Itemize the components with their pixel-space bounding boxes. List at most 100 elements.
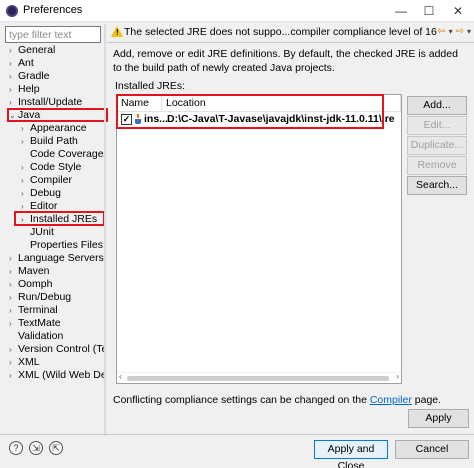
pane-divider[interactable] [104, 24, 106, 436]
tree-item-run-debug[interactable]: › Run/Debug [9, 291, 71, 304]
duplicate-button[interactable]: Duplicate... [407, 136, 467, 155]
page-description: Add, remove or edit JRE definitions. By … [113, 48, 458, 74]
tree-item-oomph[interactable]: › Oomph [9, 278, 52, 291]
chevron-right-icon[interactable]: › [21, 161, 30, 174]
add-button[interactable]: Add... [407, 96, 467, 115]
tree-item-code-style[interactable]: › Code Style [21, 161, 81, 174]
tree-item-label: Debug [30, 187, 61, 199]
chevron-right-icon[interactable]: › [9, 343, 18, 356]
close-button[interactable]: ✕ [444, 0, 472, 22]
tree-item-xml[interactable]: › XML [9, 356, 40, 369]
chevron-right-icon[interactable]: › [21, 174, 30, 187]
java-highlight-box [7, 108, 108, 122]
menu-dropdown-icon[interactable]: ▾ [467, 27, 471, 36]
tree-item-xml-wild-web-dev[interactable]: › XML (Wild Web Dev [9, 369, 104, 382]
back-dropdown-icon[interactable]: ▾ [449, 27, 453, 36]
eclipse-icon [6, 5, 18, 17]
chevron-right-icon[interactable]: › [9, 369, 18, 382]
compliance-note: Conflicting compliance settings can be c… [113, 394, 441, 406]
tree-item-terminal[interactable]: › Terminal [9, 304, 58, 317]
chevron-right-icon[interactable]: › [21, 187, 30, 200]
remove-button[interactable]: Remove [407, 156, 467, 175]
tree-item-junit[interactable]: JUnit [21, 226, 54, 239]
tree-item-label: Appearance [30, 122, 87, 134]
import-icon[interactable]: ⇲ [29, 441, 43, 455]
tree-item-language-servers[interactable]: › Language Servers [9, 252, 104, 265]
tree-item-label: Properties Files E [30, 239, 104, 251]
tree-item-label: Compiler [30, 174, 73, 186]
compiler-link[interactable]: Compiler [370, 394, 412, 406]
tree-item-label: XML (Wild Web Dev [18, 369, 104, 381]
jre-row-highlight-box [116, 94, 384, 129]
tree-item-label: General [18, 44, 56, 56]
tree-item-general[interactable]: › General [9, 44, 55, 57]
help-icon[interactable]: ? [9, 441, 23, 455]
page-header: ! The selected JRE does not suppo...comp… [107, 23, 474, 42]
tree-item-label: Code Style [30, 161, 82, 173]
export-icon[interactable]: ⇱ [49, 441, 63, 455]
jre-table[interactable]: Name Location ✓ ins... D:\C-Java\T-Javas… [116, 94, 402, 384]
scroll-left-icon[interactable]: ‹ [119, 372, 122, 381]
chevron-right-icon[interactable]: › [9, 356, 18, 369]
footer-divider [0, 434, 474, 435]
chevron-right-icon[interactable]: › [9, 44, 18, 57]
chevron-right-icon[interactable]: › [9, 278, 18, 291]
tree-item-label: Oomph [18, 278, 53, 290]
forward-arrow-icon[interactable]: ⇨ [456, 26, 464, 37]
scrollbar-thumb[interactable] [127, 376, 389, 381]
installed-jres-highlight-box [14, 211, 105, 226]
search-button[interactable]: Search... [407, 176, 467, 195]
back-arrow-icon[interactable]: ⇦ [437, 26, 445, 37]
tree-item-compiler[interactable]: › Compiler [21, 174, 72, 187]
tree-item-maven[interactable]: › Maven [9, 265, 50, 278]
history-nav: ⇦ ▾ ⇨ ▾ [434, 26, 471, 37]
tree-item-label: Run/Debug [18, 291, 72, 303]
tree-item-label: Version Control (Te [18, 343, 104, 355]
warning-mark: ! [116, 28, 119, 37]
chevron-right-icon[interactable]: › [9, 252, 18, 265]
tree-item-label: Ant [18, 57, 34, 69]
chevron-right-icon[interactable]: › [9, 304, 18, 317]
compliance-prefix: Conflicting compliance settings can be c… [113, 394, 370, 406]
tree-item-label: TextMate [18, 317, 61, 329]
title-bar: Preferences — ☐ ✕ [0, 0, 474, 22]
tree-item-label: Install/Update [18, 96, 83, 108]
tree-item-label: Help [18, 83, 40, 95]
tree-item-label: JUnit [30, 226, 54, 238]
chevron-right-icon[interactable]: › [9, 317, 18, 330]
scroll-right-icon[interactable]: › [396, 372, 399, 381]
minimize-button[interactable]: — [387, 0, 415, 22]
chevron-right-icon[interactable]: › [21, 135, 30, 148]
edit-button[interactable]: Edit... [407, 116, 467, 135]
tree-item-properties-files-editor[interactable]: Properties Files E [21, 239, 104, 252]
horizontal-scrollbar[interactable]: ‹ › [117, 372, 401, 383]
compliance-suffix: page. [411, 394, 442, 406]
tree-item-help[interactable]: › Help [9, 83, 40, 96]
filter-input[interactable] [5, 26, 101, 43]
tree-item-version-control[interactable]: › Version Control (Te [9, 343, 104, 356]
chevron-right-icon[interactable]: › [21, 122, 30, 135]
tree-item-textmate[interactable]: › TextMate [9, 317, 61, 330]
chevron-right-icon[interactable]: › [9, 57, 18, 70]
chevron-right-icon[interactable]: › [9, 83, 18, 96]
tree-item-label: Code Coverage [30, 148, 104, 160]
tree-item-ant[interactable]: › Ant [9, 57, 34, 70]
tree-item-build-path[interactable]: › Build Path [21, 135, 78, 148]
chevron-right-icon[interactable]: › [9, 291, 18, 304]
tree-item-validation[interactable]: Validation [9, 330, 63, 343]
chevron-right-icon[interactable]: › [9, 70, 18, 83]
chevron-right-icon[interactable]: › [9, 265, 18, 278]
tree-item-label: Build Path [30, 135, 78, 147]
cancel-button[interactable]: Cancel [395, 440, 469, 459]
tree-item-gradle[interactable]: › Gradle [9, 70, 50, 83]
tree-item-label: Gradle [18, 70, 50, 82]
apply-button[interactable]: Apply [408, 409, 469, 428]
installed-jres-label: Installed JREs: [115, 80, 186, 92]
apply-and-close-button[interactable]: Apply and Close [314, 440, 388, 468]
tree-item-code-coverage[interactable]: Code Coverage [21, 148, 104, 161]
maximize-button[interactable]: ☐ [415, 0, 443, 22]
tree-item-debug[interactable]: › Debug [21, 187, 61, 200]
tree-item-appearance[interactable]: › Appearance [21, 122, 87, 135]
window-title: Preferences [23, 4, 83, 16]
tree-item-label: Language Servers [18, 252, 104, 264]
